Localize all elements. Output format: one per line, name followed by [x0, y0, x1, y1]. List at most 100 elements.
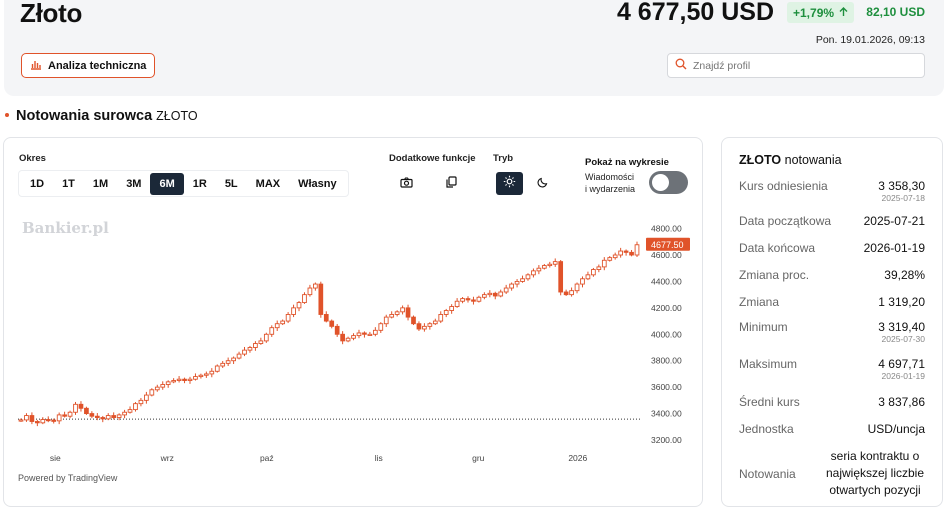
candle-body: [127, 409, 133, 413]
candle-body: [138, 399, 144, 405]
bar-chart-icon: [30, 59, 42, 73]
candle-body: [236, 353, 242, 359]
summary-title-suffix: notowania: [784, 153, 842, 167]
row-value: 3 319,40: [878, 320, 925, 334]
period-max-button[interactable]: MAX: [247, 173, 289, 195]
x-tick-label: paź: [260, 453, 274, 463]
row-value: 2026-01-19: [863, 241, 925, 255]
period-1t-button[interactable]: 1T: [53, 173, 84, 195]
candle-body: [225, 360, 231, 364]
candle-body: [313, 283, 318, 289]
page-title: Złoto: [20, 0, 83, 28]
quote-summary-card: ZŁOTO notowania Kurs odniesienia 3 358,3…: [721, 137, 943, 507]
candle-body: [187, 378, 193, 381]
candle-body: [171, 380, 176, 383]
y-tick-label: 4400.00: [651, 276, 682, 286]
candle-body: [476, 296, 482, 302]
y-tick-label: 3800.00: [651, 356, 682, 366]
period-5l-button[interactable]: 5L: [216, 173, 247, 195]
y-tick-label: 4000.00: [651, 329, 682, 339]
y-tick-label: 3400.00: [651, 409, 682, 419]
row-key: Zmiana proc.: [739, 268, 810, 282]
section-heading: Notowania surowca ZŁOTO: [5, 108, 198, 124]
candle-body: [40, 419, 46, 424]
light-mode-button[interactable]: [496, 172, 523, 195]
candle-body: [29, 415, 35, 422]
candle-body: [133, 403, 138, 411]
candle-body: [558, 261, 564, 293]
candle-body: [487, 292, 493, 296]
bullet-dot-icon: [5, 113, 9, 117]
candle-body: [18, 419, 24, 422]
news-label-line2: i wydarzenia: [585, 184, 636, 194]
period-selector: 1D 1T 1M 3M 6M 1R 5L MAX Własny: [18, 170, 349, 197]
toggle-knob: [652, 174, 669, 191]
search-input[interactable]: [693, 59, 913, 72]
candle-body: [454, 300, 460, 307]
candle-body: [122, 411, 127, 416]
period-3m-button[interactable]: 3M: [117, 173, 150, 195]
candle-body: [607, 257, 613, 261]
news-events-toggle[interactable]: [649, 171, 688, 194]
row-key: Data początkowa: [739, 214, 832, 228]
candle-body: [372, 329, 378, 335]
candle-body: [45, 419, 51, 422]
candle-body: [536, 267, 542, 272]
candle-body: [389, 314, 395, 318]
price-chart[interactable]: 4800.00 4600.00 4400.00 4200.00 4000.00 3800.…: [14, 218, 694, 468]
candle-body: [165, 381, 171, 385]
candle-body: [51, 419, 57, 422]
candle-body: [525, 274, 531, 280]
candle-body: [547, 263, 553, 267]
candle-body: [514, 280, 520, 285]
show-on-chart-label: Pokaż na wykresie: [585, 157, 669, 168]
tradingview-credit[interactable]: Powered by TradingView: [18, 473, 117, 483]
candle-body: [574, 283, 580, 292]
candle-body: [411, 316, 416, 325]
row-value: 39,28%: [884, 268, 925, 282]
candle-body: [520, 278, 525, 282]
candle-body: [465, 298, 471, 301]
y-tick-label: 4800.00: [651, 224, 682, 234]
news-events-label: Wiadomości i wydarzenia: [585, 171, 635, 195]
row-key: Kurs odniesienia: [739, 179, 828, 193]
candle-body: [105, 415, 111, 420]
candle-body: [460, 298, 465, 302]
candle-body: [351, 335, 356, 339]
candle-body: [340, 333, 345, 342]
candle-body: [67, 411, 73, 417]
candle-body: [280, 320, 286, 325]
technical-analysis-button[interactable]: Analiza techniczna: [21, 53, 156, 78]
period-6m-button[interactable]: 6M: [150, 172, 184, 195]
profile-search[interactable]: [667, 53, 925, 78]
candle-body: [35, 421, 40, 424]
candle-body: [618, 250, 623, 256]
current-price: 4 677,50 USD: [616, 0, 774, 26]
candle-body: [258, 340, 264, 344]
candle-body: [634, 244, 640, 256]
y-tick-label: 4600.00: [651, 250, 682, 260]
period-1m-button[interactable]: 1M: [84, 173, 117, 195]
period-custom-button[interactable]: Własny: [289, 173, 346, 195]
candle-body: [291, 307, 296, 315]
sun-icon: [503, 175, 516, 193]
candle-body: [149, 389, 155, 396]
candle-body: [416, 323, 422, 330]
period-1r-button[interactable]: 1R: [184, 173, 216, 195]
candle-body: [116, 414, 122, 418]
copy-button[interactable]: [438, 172, 465, 195]
period-1d-button[interactable]: 1D: [21, 173, 53, 195]
candle-body: [329, 320, 335, 327]
candle-body: [362, 332, 367, 335]
row-key: Minimum: [739, 320, 788, 334]
candle-body: [596, 266, 602, 270]
row-value: 3 358,30: [878, 179, 925, 193]
candle-body: [247, 347, 253, 351]
x-tick-label: sie: [50, 453, 61, 463]
dark-mode-button[interactable]: [529, 172, 556, 195]
candle-body: [198, 374, 204, 378]
candle-body: [56, 414, 62, 422]
camera-button[interactable]: [393, 172, 420, 195]
x-tick-label: gru: [472, 453, 485, 463]
y-tick-label: 4200.00: [651, 303, 682, 313]
